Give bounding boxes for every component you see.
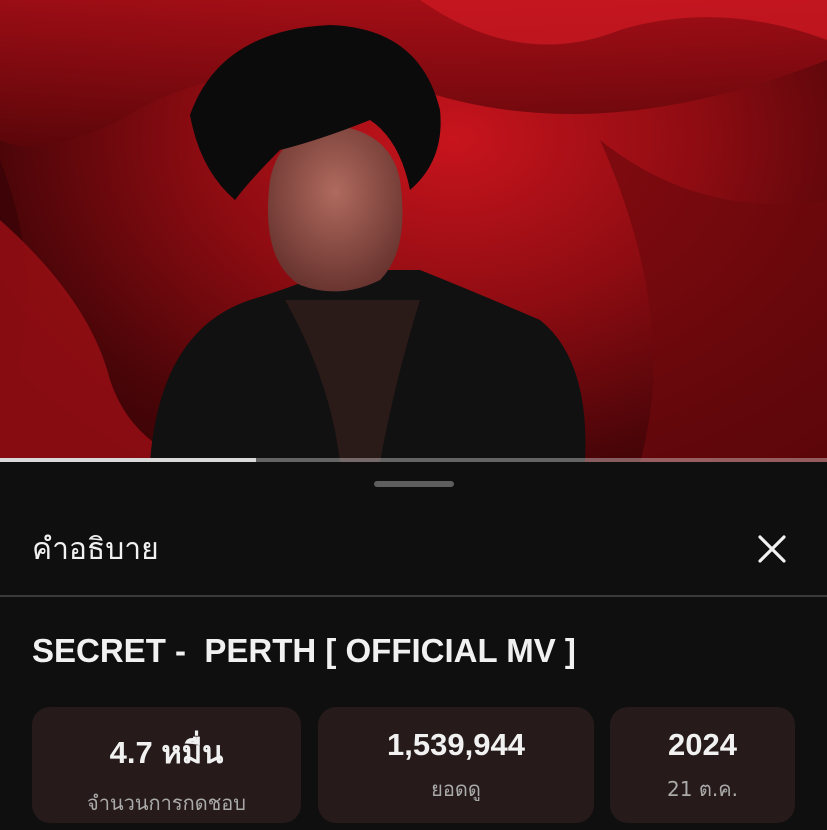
- upload-year: 2024: [668, 727, 737, 762]
- video-title: SECRET - PERTH [ OFFICIAL MV ]: [32, 632, 576, 669]
- views-stat-card: 1,539,944 ยอดดู: [318, 707, 594, 823]
- likes-stat-card: 4.7 หมื่น จำนวนการกดชอบ: [32, 707, 301, 823]
- likes-count: 4.7 หมื่น: [109, 735, 224, 770]
- sheet-title: คำอธิบาย: [32, 532, 159, 567]
- description-sheet: คำอธิบาย SECRET - PERTH [ OFFICIAL MV ] …: [0, 462, 827, 830]
- close-icon: [758, 535, 786, 563]
- sheet-drag-handle[interactable]: [374, 481, 454, 487]
- video-player[interactable]: [0, 0, 827, 462]
- close-button[interactable]: [749, 526, 795, 572]
- divider: [0, 595, 827, 597]
- views-count: 1,539,944: [387, 727, 525, 762]
- video-frame-thumbnail: [0, 0, 827, 462]
- likes-label: จำนวนการกดชอบ: [87, 791, 246, 815]
- date-stat-card: 2024 21 ต.ค.: [610, 707, 795, 823]
- views-label: ยอดดู: [431, 777, 481, 801]
- upload-date: 21 ต.ค.: [667, 777, 738, 801]
